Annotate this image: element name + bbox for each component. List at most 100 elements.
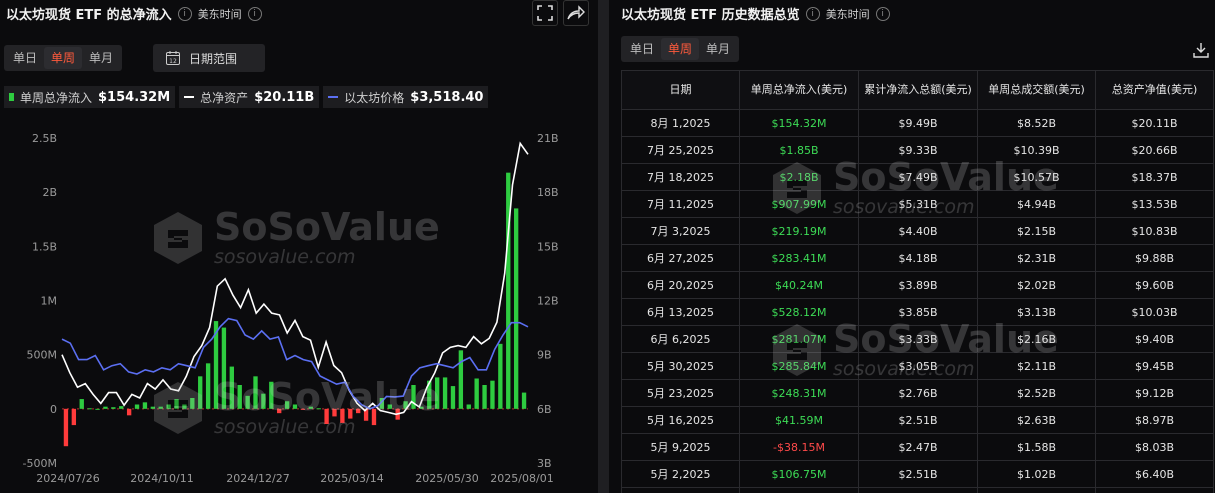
fullscreen-icon[interactable]: [532, 0, 558, 26]
table-cell: -$38.15M: [739, 433, 859, 461]
legend-item-eth-price[interactable]: 以太坊价格 $3,518.40: [323, 86, 489, 108]
download-icon[interactable]: [1189, 38, 1213, 62]
legend-swatch-white: [184, 96, 195, 98]
table-row[interactable]: 7月 25,2025 $1.85B $9.33B $10.39B $20.66B: [621, 136, 1214, 164]
flow-bar: [174, 399, 179, 409]
chart-title: 以太坊现货 ETF 的总净流入: [6, 8, 172, 23]
tab-daily[interactable]: 单日: [6, 47, 44, 69]
flow-bar: [521, 392, 527, 409]
table-cell: $1.85B: [739, 136, 859, 164]
flow-bar: [134, 404, 140, 409]
date-range-button[interactable]: 12 日期范围: [153, 44, 265, 72]
column-header[interactable]: 单周总净流入(美元): [739, 70, 859, 110]
info-icon[interactable]: i: [177, 6, 192, 21]
share-icon[interactable]: [563, 0, 589, 26]
table-cell: $3.89B: [858, 271, 978, 299]
legend-item-net-assets[interactable]: 总净资产 $20.11B: [179, 86, 320, 108]
table-cell: 5月 2,2025: [621, 460, 740, 488]
period-tabs: 单日 单周 单月: [4, 45, 123, 71]
table-cell: $9.40B: [1095, 325, 1214, 353]
table-row[interactable]: 5月 9,2025 -$38.15M $2.47B $1.58B $8.03B: [621, 433, 1214, 461]
table-row[interactable]: 6月 27,2025 $283.41M $4.18B $2.31B $9.88B: [621, 244, 1214, 272]
tab-monthly[interactable]: 单月: [699, 38, 737, 60]
flow-bar: [63, 408, 69, 447]
table-row[interactable]: 6月 6,2025 $281.07M $3.33B $2.16B $9.40B: [621, 325, 1214, 353]
table-row[interactable]: 5月 2,2025 $106.75M $2.51B $1.02B $6.40B: [621, 460, 1214, 488]
table-cell: $2.47B: [858, 433, 978, 461]
table-cell: $2.31B: [977, 244, 1096, 272]
table-row[interactable]: 7月 18,2025 $2.18B $7.49B $10.57B $18.37B: [621, 163, 1214, 191]
calendar-icon: 12: [166, 51, 180, 65]
timezone-info-icon[interactable]: i: [247, 6, 262, 21]
flow-bar: [166, 404, 171, 409]
flow-bar: [284, 401, 290, 409]
table-cell: $2.51B: [858, 406, 978, 434]
timezone-info-icon[interactable]: i: [875, 6, 890, 21]
table-cell: 7月 3,2025: [621, 217, 740, 245]
flow-bar: [79, 399, 84, 409]
table-cell: $248.31M: [739, 379, 859, 407]
flow-bar: [292, 404, 298, 409]
table-cell: $10.83B: [1095, 217, 1214, 245]
x-tick-label: 2025/03/14: [320, 472, 383, 485]
y-right-tick-label: 18B: [537, 186, 559, 199]
table-cell: $10.39B: [977, 136, 1096, 164]
table-cell: $2.18B: [739, 163, 859, 191]
y-left-tick-label: -500M: [23, 457, 57, 470]
table-row[interactable]: 8月 1,2025 $154.32M $9.49B $8.52B $20.11B: [621, 109, 1214, 137]
info-icon[interactable]: i: [805, 6, 820, 21]
flow-bar: [205, 363, 211, 409]
table-row[interactable]: 5月 23,2025 $248.31M $2.76B $2.52B $9.12B: [621, 379, 1214, 407]
column-header[interactable]: 单周总成交额(美元): [977, 70, 1096, 110]
table-row[interactable]: 5月 16,2025 $41.59M $2.51B $2.63B $8.97B: [621, 406, 1214, 434]
legend-item-net-inflow[interactable]: 单周总净流入 $154.32M: [4, 86, 176, 108]
flow-bar: [190, 398, 195, 409]
legend-value: $20.11B: [254, 89, 315, 105]
table-cell: 5月 9,2025: [621, 433, 740, 461]
legend-value: $154.32M: [98, 89, 171, 105]
table-cell: $7.49B: [858, 163, 978, 191]
table-cell: $106.75M: [739, 460, 859, 488]
table-cell: $8.03B: [1095, 433, 1214, 461]
tab-weekly[interactable]: 单周: [661, 38, 700, 60]
legend: 单周总净流入 $154.32M 总净资产 $20.11B 以太坊价格 $3,51…: [4, 86, 489, 108]
table-cell: 5月 23,2025: [621, 379, 740, 407]
table-cell: 7月 18,2025: [621, 163, 740, 191]
table-cell: $10.57B: [977, 163, 1096, 191]
calendar-day: 12: [169, 58, 177, 65]
table-title: 以太坊现货 ETF 历史数据总览: [621, 8, 800, 23]
table-row[interactable]: 7月 11,2025 $907.99M $5.31B $4.94B $13.53B: [621, 190, 1214, 218]
chart-title-row: 以太坊现货 ETF 的总净流入 i 美东时间 i: [6, 4, 262, 23]
column-header[interactable]: 累计净流入总额(美元): [858, 70, 978, 110]
legend-label: 单周总净流入: [20, 90, 93, 105]
table-cell: $157.09M: [739, 487, 859, 493]
y-right-tick-label: 12B: [537, 295, 559, 308]
net-assets-line: [61, 141, 529, 416]
tab-daily[interactable]: 单日: [623, 38, 661, 60]
table-row[interactable]: 6月 13,2025 $528.12M $3.85B $3.13B $10.03B: [621, 298, 1214, 326]
y-right-tick-label: 9B: [537, 349, 552, 362]
table-row[interactable]: 7月 3,2025 $219.19M $4.40B $2.15B $10.83B: [621, 217, 1214, 245]
table-cell: $13.53B: [1095, 190, 1214, 218]
tab-weekly[interactable]: 单周: [44, 47, 83, 69]
y-left-tick-label: 500M: [27, 349, 58, 362]
flow-bar: [434, 377, 440, 409]
column-header[interactable]: 总资产净值(美元): [1095, 70, 1214, 110]
tab-monthly[interactable]: 单月: [82, 47, 120, 69]
y-right-tick-label: 6B: [537, 403, 552, 416]
timezone-label: 美东时间: [197, 7, 242, 21]
flow-chart[interactable]: -500M 0 500M 1M 1.5B 2B 2.5B 3B 6B 9B 12B 15B 18B 21B…: [0, 118, 598, 493]
flow-bar: [87, 408, 92, 410]
column-header[interactable]: 日期: [621, 70, 740, 110]
y-right-tick-label: 15B: [537, 240, 559, 253]
table-row[interactable]: 6月 20,2025 $40.24M $3.89B $2.02B $9.60B: [621, 271, 1214, 299]
flow-bar: [411, 385, 416, 409]
x-tick-label: 2024/12/27: [226, 472, 289, 485]
table-row[interactable]: 5月 30,2025 $285.84M $3.05B $2.11B $9.45B: [621, 352, 1214, 380]
flow-bar: [150, 406, 156, 409]
y-right-tick-label: 3B: [537, 457, 552, 470]
legend-swatch-green: [9, 93, 14, 101]
table-cell: $2.40B: [858, 487, 978, 493]
table-row[interactable]: 4月 25,2025$157.09M$2.40B$1.76B$6.14B: [621, 487, 1214, 493]
table-cell: $8.52B: [977, 109, 1096, 137]
